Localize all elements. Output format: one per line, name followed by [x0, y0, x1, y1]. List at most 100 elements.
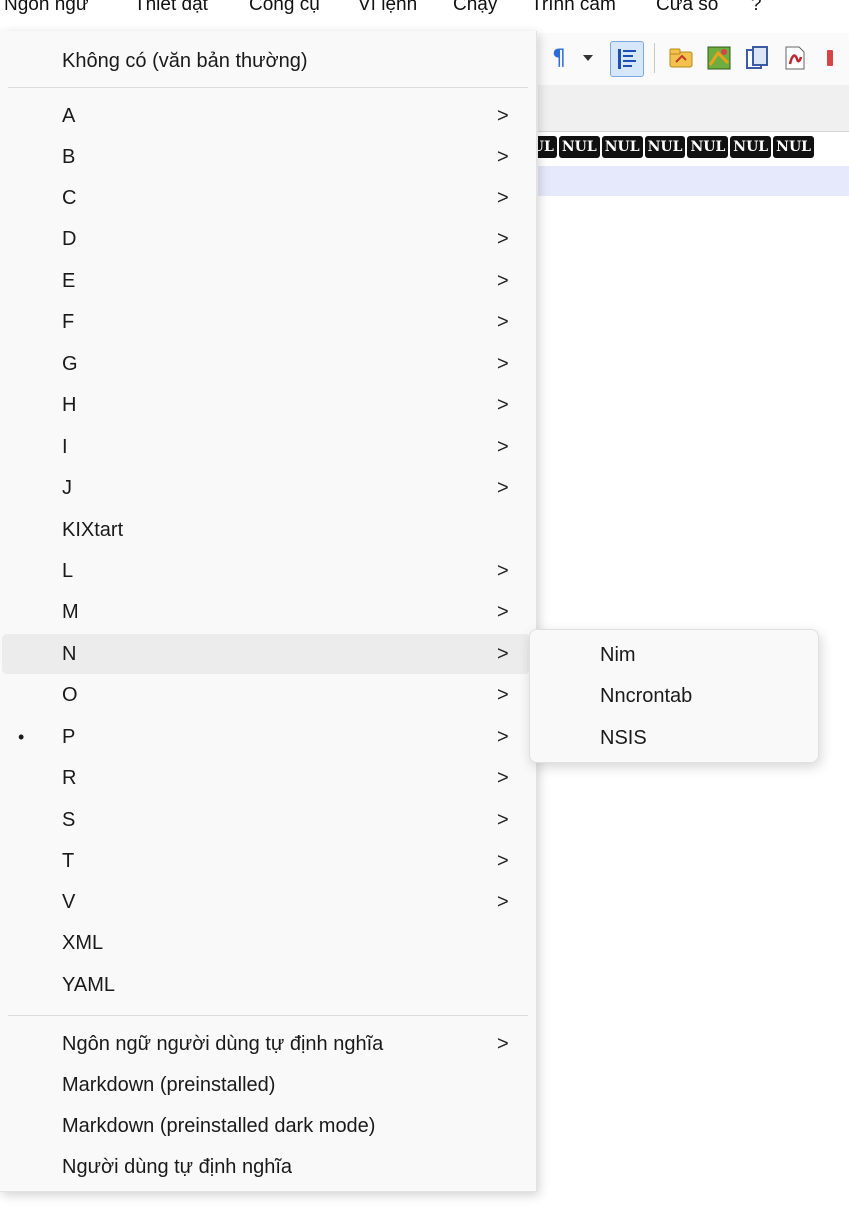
menu-item-e[interactable]: E > — [4, 261, 532, 301]
menu-item-a[interactable]: A > — [4, 96, 532, 136]
menu-window[interactable]: Cửa sổ — [656, 0, 718, 16]
chevron-right-icon: > — [497, 1033, 509, 1055]
menu-item-m[interactable]: M > — [4, 592, 532, 632]
menu-item-label: M — [62, 601, 79, 623]
menu-item-n[interactable]: N > — [2, 634, 530, 674]
menu-item-label: C — [62, 187, 77, 209]
chevron-right-icon: > — [497, 684, 509, 706]
menu-item-none[interactable]: Không có (văn bản thường) — [4, 41, 532, 81]
nul-token: NUL — [773, 136, 815, 158]
menu-item-label: Markdown (preinstalled dark mode) — [62, 1115, 376, 1137]
menu-item-label: YAML — [62, 974, 115, 996]
current-line-highlight — [538, 166, 849, 196]
submenu-item-nim[interactable]: Nim — [530, 635, 818, 675]
menu-macro[interactable]: Vĩ lệnh — [358, 0, 417, 16]
menu-item-g[interactable]: G > — [4, 344, 532, 384]
nul-token: NUL — [558, 136, 600, 158]
document-pdf-icon[interactable] — [780, 41, 810, 75]
menu-language[interactable]: Ngôn ngữ — [4, 0, 89, 16]
menu-item-label: S — [62, 809, 76, 831]
submenu-item-nsis[interactable]: NSIS — [530, 718, 818, 758]
menu-item-label: Markdown (preinstalled) — [62, 1074, 276, 1096]
menu-tools[interactable]: Công cụ — [249, 0, 320, 16]
menu-separator — [8, 1015, 528, 1016]
menu-item-xml[interactable]: XML — [4, 923, 532, 963]
menu-item-label: Không có (văn bản thường) — [62, 50, 308, 72]
chevron-right-icon: > — [497, 850, 509, 872]
menubar: Ngôn ngữ Thiết đặt Công cụ Vĩ lệnh Chạy … — [0, 0, 849, 30]
menu-item-h[interactable]: H > — [4, 385, 532, 425]
menu-item-r[interactable]: R > — [4, 758, 532, 798]
chevron-right-icon: > — [497, 436, 509, 458]
menu-item-label: E — [62, 270, 76, 292]
menu-item-label: G — [62, 353, 78, 375]
chevron-right-icon: > — [497, 105, 509, 127]
menu-item-yaml[interactable]: YAML — [4, 965, 532, 1005]
menu-item-d[interactable]: D > — [4, 219, 532, 259]
submenu-item-label: Nncrontab — [600, 685, 693, 707]
toolbar-overflow-icon[interactable] — [820, 41, 840, 75]
folder-icon[interactable] — [666, 41, 696, 75]
map-icon[interactable] — [704, 41, 734, 75]
menu-run[interactable]: Chạy — [453, 0, 497, 16]
menu-item-kixtart[interactable]: KIXtart — [4, 510, 532, 550]
menu-item-s[interactable]: S > — [4, 800, 532, 840]
chevron-right-icon: > — [497, 891, 509, 913]
chevron-right-icon: > — [497, 767, 509, 789]
chevron-right-icon: > — [497, 270, 509, 292]
clipboard-icon[interactable] — [742, 41, 772, 75]
chevron-right-icon: > — [497, 228, 509, 250]
menu-item-label: V — [62, 891, 76, 913]
menu-item-label: Người dùng tự định nghĩa — [62, 1156, 293, 1178]
chevron-right-icon: > — [497, 726, 509, 748]
menu-item-user-defined-languages[interactable]: Ngôn ngữ người dùng tự định nghĩa > — [4, 1024, 532, 1064]
menu-item-t[interactable]: T > — [4, 841, 532, 881]
menu-item-label: XML — [62, 932, 104, 954]
menu-item-label: Ngôn ngữ người dùng tự định nghĩa — [62, 1033, 384, 1055]
chevron-right-icon: > — [497, 601, 509, 623]
chevron-right-icon: > — [497, 560, 509, 582]
menu-item-i[interactable]: I > — [4, 427, 532, 467]
menu-item-label: L — [62, 560, 74, 582]
menu-item-label: H — [62, 394, 77, 416]
menu-item-l[interactable]: L > — [4, 551, 532, 591]
nul-token: NUL — [644, 136, 686, 158]
nul-token: NUL — [538, 136, 557, 158]
nul-token: NUL — [687, 136, 729, 158]
pilcrow-icon[interactable]: ¶ — [544, 41, 574, 75]
nul-token: NUL — [730, 136, 772, 158]
menu-item-label: T — [62, 850, 75, 872]
submenu-item-nncrontab[interactable]: Nncrontab — [530, 676, 818, 716]
menu-item-label: F — [62, 311, 75, 333]
selected-bullet-icon: • — [18, 727, 25, 747]
menu-help[interactable]: ? — [751, 0, 762, 16]
menu-item-user-defined[interactable]: Người dùng tự định nghĩa — [4, 1147, 532, 1187]
indent-guide-icon[interactable] — [610, 41, 644, 77]
menu-item-o[interactable]: O > — [4, 675, 532, 715]
menu-item-markdown-preinstalled[interactable]: Markdown (preinstalled) — [4, 1065, 532, 1105]
menu-item-label: O — [62, 684, 78, 706]
chevron-right-icon: > — [497, 146, 509, 168]
toolbar: ¶ — [538, 33, 849, 85]
menu-item-label: J — [62, 477, 72, 499]
menu-item-j[interactable]: J > — [4, 468, 532, 508]
chevron-right-icon: > — [497, 394, 509, 416]
menu-item-p[interactable]: • P > — [4, 717, 532, 757]
menu-item-label: R — [62, 767, 77, 789]
dropdown-arrow-icon[interactable] — [578, 41, 598, 75]
menu-plugins[interactable]: Trình cắm — [531, 0, 616, 16]
menu-item-label: N — [62, 643, 77, 665]
menu-separator — [8, 87, 528, 88]
chevron-right-icon: > — [497, 187, 509, 209]
menu-item-f[interactable]: F > — [4, 302, 532, 342]
menu-item-markdown-dark[interactable]: Markdown (preinstalled dark mode) — [4, 1106, 532, 1146]
menu-item-c[interactable]: C > — [4, 178, 532, 218]
chevron-right-icon: > — [497, 477, 509, 499]
menu-item-v[interactable]: V > — [4, 882, 532, 922]
menu-item-label: I — [62, 436, 68, 458]
submenu-item-label: NSIS — [600, 727, 647, 749]
menu-item-b[interactable]: B > — [4, 137, 532, 177]
chevron-right-icon: > — [497, 353, 509, 375]
menu-item-label: B — [62, 146, 76, 168]
menu-settings[interactable]: Thiết đặt — [134, 0, 208, 16]
